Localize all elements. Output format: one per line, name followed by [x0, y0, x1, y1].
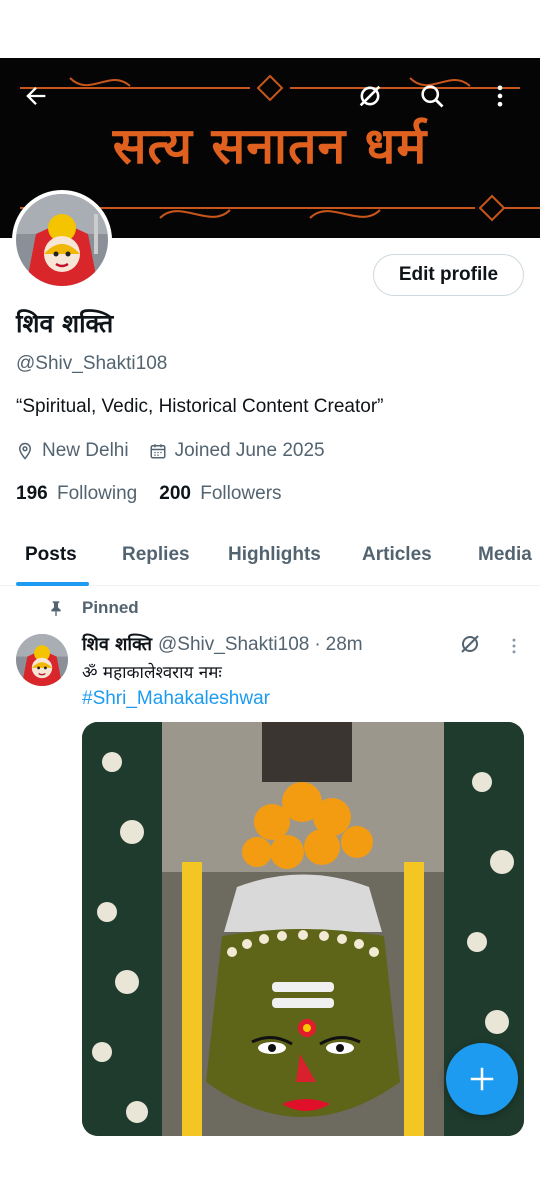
back-button[interactable] [18, 78, 54, 114]
followers-count: 200 [159, 483, 191, 504]
location-text: New Delhi [42, 440, 129, 461]
profile-meta: New Delhi Joined June 2025 [16, 440, 345, 462]
post-more-button[interactable] [504, 636, 524, 660]
profile-bio: “Spiritual, Vedic, Historical Content Cr… [16, 396, 384, 417]
edit-profile-button[interactable]: Edit profile [373, 254, 524, 296]
deity-avatar-image [16, 634, 68, 686]
joined-text: Joined June 2025 [174, 440, 325, 461]
post-author-name[interactable]: शिव शक्ति [82, 632, 152, 656]
calendar-icon [150, 444, 166, 459]
more-vertical-icon [512, 638, 516, 654]
joined-item: Joined June 2025 [149, 440, 325, 462]
more-button[interactable] [482, 78, 518, 114]
post-separator: · [314, 634, 321, 655]
profile-tabs: Posts Replies Highlights Articles Media [0, 530, 540, 586]
followers-link[interactable]: 200 Followers [159, 483, 281, 505]
following-count: 196 [16, 483, 48, 504]
status-bar [0, 0, 540, 58]
grok-icon [461, 635, 479, 653]
post-header: शिव शक्ति @Shiv_Shakti108 · 28m [82, 632, 363, 656]
profile-name: शिव शक्ति [16, 309, 114, 338]
plus-icon [470, 1067, 494, 1091]
profile-handle: @Shiv_Shakti108 [16, 353, 168, 374]
post-text: ॐ महाकालेश्वराय नमः [82, 663, 222, 683]
grok-button[interactable] [352, 78, 388, 114]
more-vertical-icon [497, 85, 503, 107]
followers-label: Followers [200, 483, 282, 504]
post-author-avatar[interactable] [16, 634, 68, 686]
search-icon [421, 85, 444, 108]
pinned-indicator: Pinned [48, 598, 139, 618]
post-author-handle[interactable]: @Shiv_Shakti108 [158, 634, 309, 656]
deity-avatar-image [16, 194, 108, 286]
tab-replies[interactable]: Replies [122, 544, 190, 566]
tab-highlights[interactable]: Highlights [228, 544, 321, 566]
grok-icon [359, 85, 381, 107]
follow-stats: 196 Following 200 Followers [16, 483, 304, 505]
tab-articles[interactable]: Articles [362, 544, 432, 566]
following-link[interactable]: 196 Following [16, 483, 137, 505]
tab-posts[interactable]: Posts [25, 544, 77, 566]
post-grok-button[interactable] [458, 632, 482, 660]
profile-avatar[interactable] [12, 190, 112, 290]
banner-title: सत्य सनातन धर्म [112, 117, 428, 175]
pin-icon [51, 601, 61, 616]
post-time[interactable]: 28m [326, 634, 363, 656]
post-hashtag[interactable]: #Shri_Mahakaleshwar [82, 688, 270, 710]
tab-media[interactable]: Media [478, 544, 532, 566]
compose-post-button[interactable] [446, 1043, 518, 1115]
search-button[interactable] [414, 78, 450, 114]
active-tab-indicator [16, 582, 89, 586]
pinned-label: Pinned [82, 598, 139, 617]
location-item: New Delhi [16, 440, 129, 462]
following-label: Following [56, 483, 138, 504]
arrow-left-icon [26, 87, 46, 105]
location-pin-icon [18, 442, 32, 460]
